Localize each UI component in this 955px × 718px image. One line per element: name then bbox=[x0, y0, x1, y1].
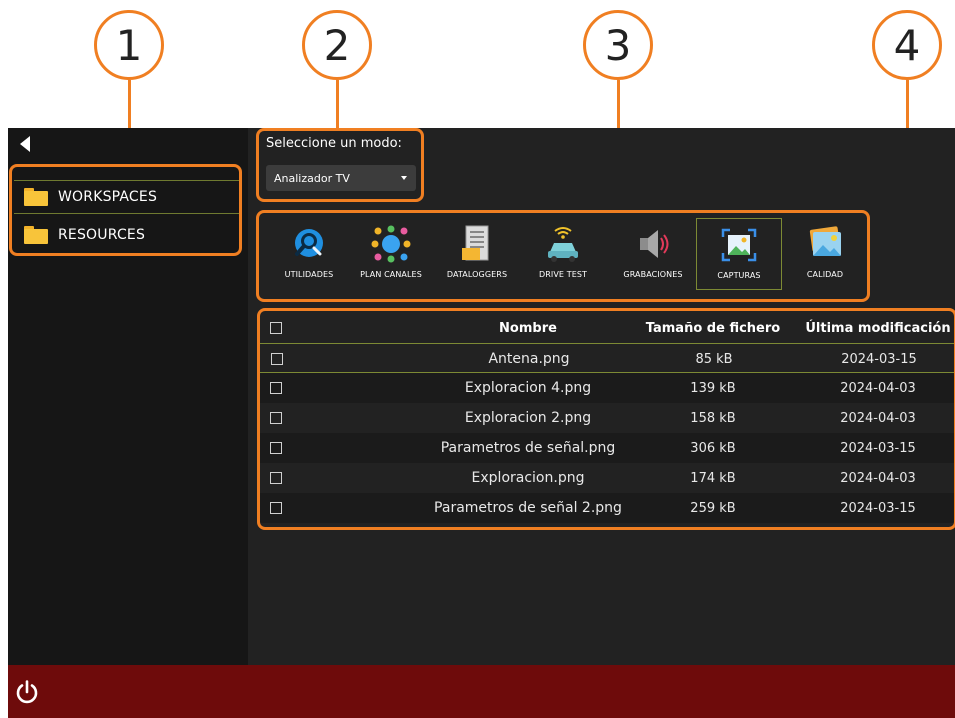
screenshot-stage: 1 2 3 4 WORKSPACES RESOURCES Seleccione … bbox=[0, 0, 955, 718]
callout-leader-2 bbox=[336, 80, 339, 128]
wrench-magnifier-icon bbox=[295, 229, 323, 257]
tool-label: DRIVE TEST bbox=[538, 270, 588, 279]
file-date: 2024-03-15 bbox=[840, 500, 916, 516]
tool-grabaciones[interactable]: GRABACIONES bbox=[610, 218, 696, 290]
callout-1: 1 bbox=[94, 10, 164, 80]
file-size: 85 kB bbox=[695, 351, 733, 367]
file-date: 2024-04-03 bbox=[840, 410, 916, 426]
tool-label: CALIDAD bbox=[806, 270, 844, 279]
file-size: 306 kB bbox=[690, 440, 736, 456]
select-all-checkbox[interactable] bbox=[270, 322, 282, 334]
column-header-size[interactable]: Tamaño de fichero bbox=[633, 313, 793, 343]
screenshot-icon bbox=[721, 228, 757, 262]
table-row[interactable]: Exploracion.png 174 kB 2024-04-03 bbox=[258, 463, 955, 493]
table-row[interactable]: Parametros de señal 2.png 259 kB 2024-03… bbox=[258, 493, 955, 523]
sidebar-item-label: RESOURCES bbox=[58, 227, 146, 243]
tool-label: CAPTURAS bbox=[717, 271, 761, 280]
tool-capturas[interactable]: CAPTURAS bbox=[696, 218, 782, 290]
tool-drive-test[interactable]: DRIVE TEST bbox=[520, 218, 606, 290]
mode-select-value: Analizador TV bbox=[274, 171, 350, 185]
tool-plan-canales[interactable]: PLAN CANALES bbox=[348, 218, 434, 290]
table-row[interactable]: Antena.png 85 kB 2024-03-15 bbox=[258, 343, 955, 373]
tool-label: GRABACIONES bbox=[623, 270, 683, 279]
row-checkbox[interactable] bbox=[271, 353, 283, 365]
row-checkbox[interactable] bbox=[270, 472, 282, 484]
tool-label: DATALOGGERS bbox=[446, 270, 508, 279]
mode-label: Seleccione un modo: bbox=[266, 136, 402, 151]
callout-4: 4 bbox=[872, 10, 942, 80]
row-checkbox[interactable] bbox=[270, 412, 282, 424]
sidebar-item-resources[interactable]: RESOURCES bbox=[14, 218, 240, 252]
file-size: 139 kB bbox=[690, 380, 736, 396]
folder-icon bbox=[24, 188, 48, 206]
image-quality-icon bbox=[809, 226, 841, 256]
table-row[interactable]: Parametros de señal.png 306 kB 2024-03-1… bbox=[258, 433, 955, 463]
row-checkbox[interactable] bbox=[270, 442, 282, 454]
car-signal-icon bbox=[548, 227, 578, 262]
file-date: 2024-03-15 bbox=[841, 351, 917, 367]
callout-2: 2 bbox=[302, 10, 372, 80]
app-window: WORKSPACES RESOURCES Seleccione un modo:… bbox=[8, 128, 955, 718]
file-size: 259 kB bbox=[690, 500, 736, 516]
tool-dataloggers[interactable]: DATALOGGERS bbox=[434, 218, 520, 290]
file-table: Nombre Tamaño de fichero Última modifica… bbox=[258, 313, 955, 523]
table-header: Nombre Tamaño de fichero Última modifica… bbox=[258, 313, 955, 343]
back-arrow-icon bbox=[20, 136, 30, 152]
tool-utilidades[interactable]: UTILIDADES bbox=[266, 218, 352, 290]
power-icon[interactable] bbox=[14, 679, 40, 705]
file-date: 2024-04-03 bbox=[840, 470, 916, 486]
sidebar-item-workspaces[interactable]: WORKSPACES bbox=[14, 180, 240, 214]
row-checkbox[interactable] bbox=[270, 502, 282, 514]
mode-select[interactable]: Analizador TV bbox=[266, 165, 416, 191]
file-size: 158 kB bbox=[690, 410, 736, 426]
sidebar: WORKSPACES RESOURCES bbox=[8, 128, 248, 665]
sidebar-item-label: WORKSPACES bbox=[58, 189, 158, 205]
table-row[interactable]: Exploracion 2.png 158 kB 2024-04-03 bbox=[258, 403, 955, 433]
document-icon bbox=[462, 225, 489, 261]
folder-icon bbox=[24, 226, 48, 244]
channel-plan-icon bbox=[371, 225, 411, 263]
file-date: 2024-04-03 bbox=[840, 380, 916, 396]
file-date: 2024-03-15 bbox=[840, 440, 916, 456]
row-checkbox[interactable] bbox=[270, 382, 282, 394]
column-header-date[interactable]: Última modificación bbox=[803, 313, 953, 343]
tool-label: PLAN CANALES bbox=[360, 270, 422, 279]
table-row[interactable]: Exploracion 4.png 139 kB 2024-04-03 bbox=[258, 373, 955, 403]
file-size: 174 kB bbox=[690, 470, 736, 486]
bottom-bar bbox=[8, 665, 955, 718]
tool-label: UTILIDADES bbox=[284, 270, 334, 279]
chevron-down-icon bbox=[401, 176, 407, 180]
callout-3: 3 bbox=[583, 10, 653, 80]
back-button[interactable] bbox=[20, 135, 36, 153]
speaker-icon bbox=[640, 230, 669, 258]
tool-calidad[interactable]: CALIDAD bbox=[782, 218, 868, 290]
